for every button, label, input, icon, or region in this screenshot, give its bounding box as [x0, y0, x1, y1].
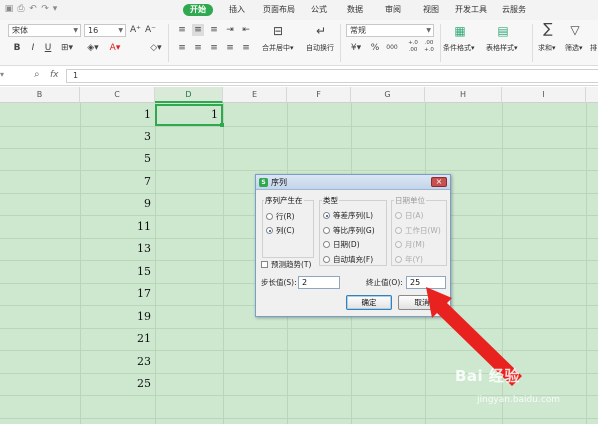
watermark-url: jingyan.baidu.com: [477, 395, 561, 405]
watermark-logo: Bai 经验: [455, 367, 520, 385]
annotation-arrow-icon: [426, 287, 522, 386]
watermark: Bai 经验 jingyan.baidu.com: [455, 365, 598, 424]
